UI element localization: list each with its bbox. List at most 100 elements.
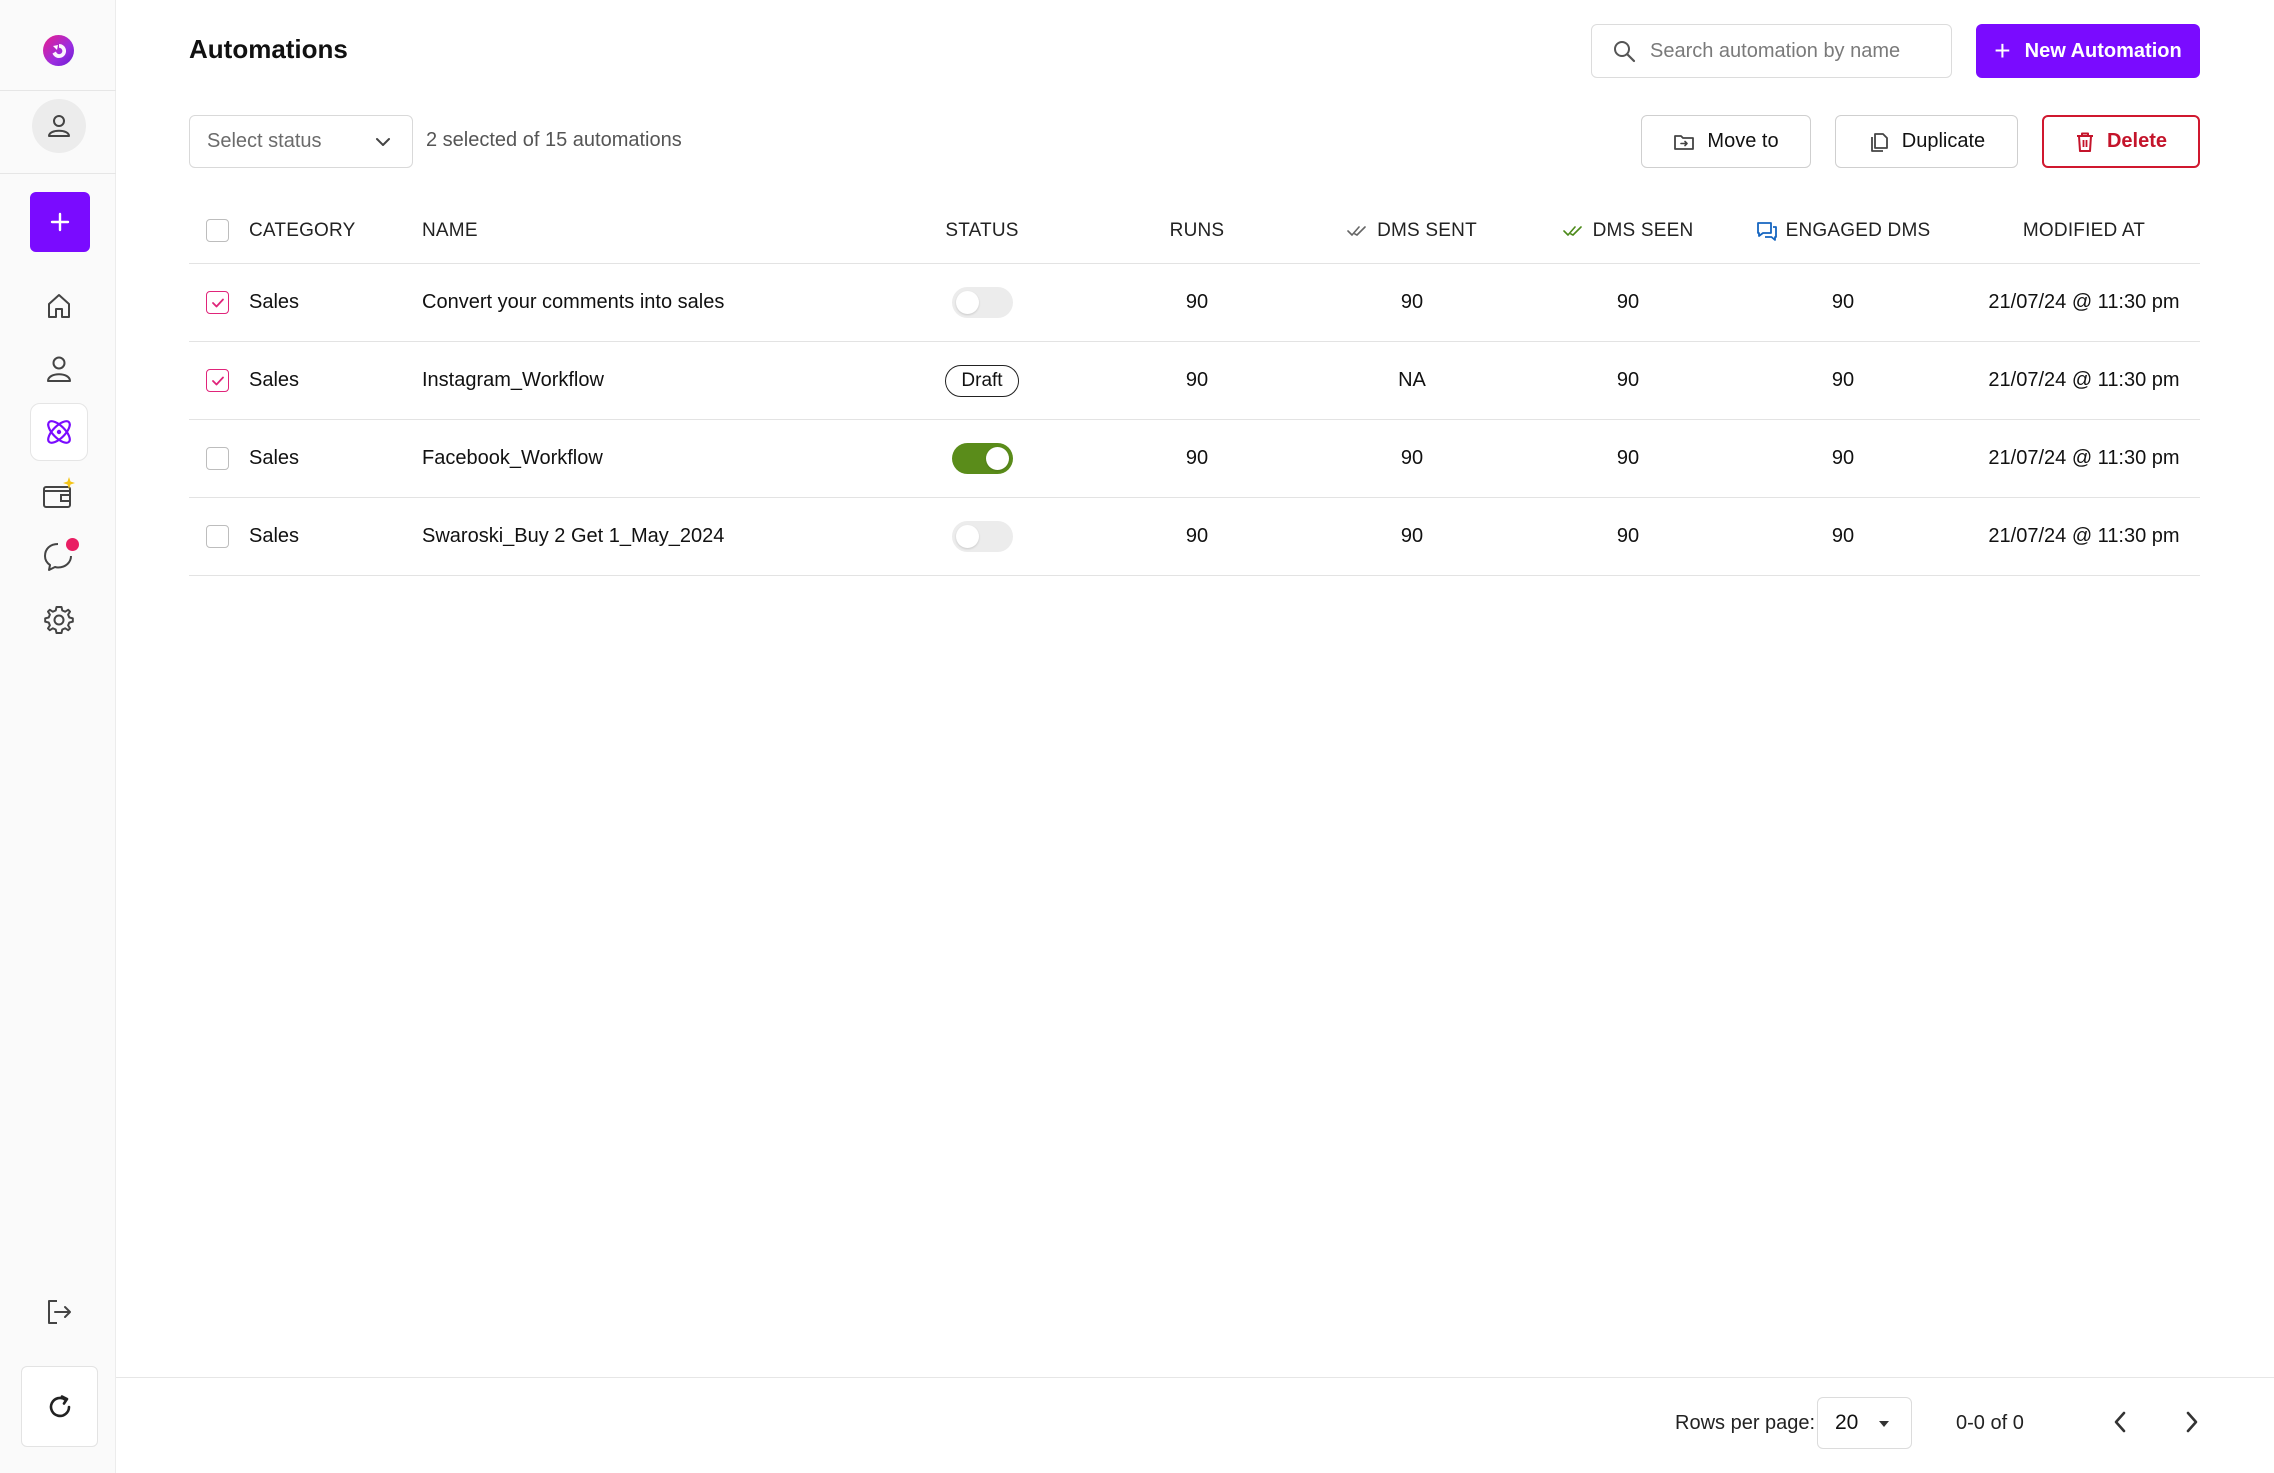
column-header-engaged-dms[interactable]: ENGAGED DMS [1753, 198, 1933, 263]
dms-seen-cell: 90 [1616, 291, 1640, 313]
contacts-icon [47, 356, 71, 382]
rows-per-page-value: 20 [1835, 1411, 1859, 1434]
runs-cell: 90 [1185, 447, 1209, 469]
sidebar-item-settings[interactable] [30, 591, 88, 649]
sidebar-item-contacts[interactable] [30, 340, 88, 398]
column-header-dms-seen[interactable]: DMS SEEN [1538, 198, 1718, 263]
home-icon [48, 294, 70, 318]
dms-seen-cell: 90 [1616, 447, 1640, 469]
sidebar-item-automations[interactable] [30, 403, 88, 461]
dms-seen-cell: 90 [1616, 525, 1640, 547]
column-header-runs[interactable]: RUNS [1107, 198, 1287, 263]
chat-notification-badge [66, 538, 79, 551]
duplicate-button[interactable]: Duplicate [1835, 115, 2018, 168]
name-cell[interactable]: Convert your comments into sales [422, 264, 902, 341]
row-checkbox[interactable] [206, 291, 229, 314]
refresh-button[interactable] [21, 1366, 98, 1447]
user-avatar[interactable] [32, 99, 86, 153]
wallet-sparkle-icon [43, 477, 75, 508]
status-toggle[interactable] [951, 521, 1013, 552]
duplicate-label: Duplicate [1901, 130, 1986, 152]
runs-cell: 90 [1185, 291, 1209, 313]
select-all-checkbox[interactable] [206, 219, 229, 242]
table-row[interactable]: Sales Instagram_Workflow Draft 90 NA 90 … [189, 342, 2200, 420]
chevron-right-icon [2186, 1411, 2198, 1433]
sidebar-add-button[interactable] [30, 192, 90, 252]
status-cell [892, 420, 1072, 497]
runs-cell: 90 [1185, 525, 1209, 547]
checkmark-icon [211, 376, 224, 385]
sidebar-item-chat[interactable] [30, 528, 88, 586]
sidebar [0, 0, 116, 1473]
user-icon [48, 115, 70, 137]
name-cell[interactable]: Instagram_Workflow [422, 342, 902, 419]
search-icon [1614, 41, 1636, 63]
next-page-button[interactable] [2172, 1402, 2212, 1442]
settings-gear-icon [44, 606, 74, 634]
status-filter-select[interactable]: Select status [189, 115, 413, 168]
toggle-knob [955, 525, 979, 548]
column-header-status[interactable]: STATUS [892, 198, 1072, 263]
name-cell[interactable]: Facebook_Workflow [422, 420, 902, 497]
name-cell[interactable]: Swaroski_Buy 2 Get 1_May_2024 [422, 498, 902, 575]
pagination-range: 0-0 of 0 [1956, 1412, 2024, 1434]
table-row[interactable]: Sales Convert your comments into sales 9… [189, 264, 2200, 342]
toggle-knob [955, 291, 979, 314]
status-cell: Draft [892, 342, 1072, 419]
column-header-modified-at[interactable]: MODIFIED AT [1968, 198, 2200, 263]
column-header-dms-seen-label: DMS SEEN [1592, 219, 1694, 241]
search-box[interactable] [1591, 24, 1952, 78]
column-header-dms-sent[interactable]: DMS SENT [1322, 198, 1502, 263]
logo-mark-icon [52, 43, 66, 58]
plus-icon [50, 212, 70, 232]
rows-per-page-select[interactable]: 20 [1817, 1397, 1912, 1449]
new-automation-label: New Automation [2024, 39, 2182, 62]
move-to-label: Move to [1707, 130, 1779, 152]
dms-seen-cell: 90 [1616, 369, 1640, 391]
modified-at-cell: 21/07/24 @ 11:30 pm [1988, 369, 2180, 391]
automations-table: CATEGORY NAME STATUS RUNS DMS SENT DMS S… [189, 198, 2200, 576]
dms-sent-cell: 90 [1400, 525, 1424, 547]
sidebar-divider [0, 173, 116, 174]
engaged-dms-cell: 90 [1831, 369, 1855, 391]
logout-icon [48, 1300, 71, 1324]
row-checkbox[interactable] [206, 447, 229, 470]
engaged-dms-cell: 90 [1831, 525, 1855, 547]
column-header-category[interactable]: CATEGORY [249, 198, 409, 263]
row-checkbox[interactable] [206, 525, 229, 548]
search-input[interactable] [1650, 39, 1930, 63]
row-checkbox[interactable] [206, 369, 229, 392]
checkmark-icon [211, 298, 224, 307]
move-to-button[interactable]: Move to [1641, 115, 1811, 168]
table-row[interactable]: Sales Facebook_Workflow 90 90 90 90 21/0… [189, 420, 2200, 498]
modified-at-cell: 21/07/24 @ 11:30 pm [1988, 525, 2180, 547]
table-row[interactable]: Sales Swaroski_Buy 2 Get 1_May_2024 90 9… [189, 498, 2200, 576]
status-toggle[interactable] [951, 287, 1013, 318]
column-header-dms-sent-label: DMS SENT [1377, 219, 1477, 241]
modified-at-cell: 21/07/24 @ 11:30 pm [1988, 447, 2180, 469]
sidebar-item-wallet[interactable] [30, 465, 88, 523]
engaged-dms-cell: 90 [1831, 291, 1855, 313]
new-automation-button[interactable]: + New Automation [1976, 24, 2200, 78]
pagination-bar: Rows per page: 20 0-0 of 0 [116, 1377, 2274, 1473]
refresh-icon [49, 1394, 70, 1417]
status-cell [892, 498, 1072, 575]
delete-label: Delete [2106, 130, 2168, 152]
column-header-engaged-dms-label: ENGAGED DMS [1785, 219, 1931, 241]
double-check-green-icon [1562, 224, 1585, 238]
previous-page-button[interactable] [2100, 1402, 2140, 1442]
logout-button[interactable] [30, 1283, 88, 1341]
row-checkbox-cell [206, 342, 230, 419]
column-header-name[interactable]: NAME [422, 198, 902, 263]
row-checkbox-cell [206, 420, 230, 497]
automation-atom-icon [47, 420, 71, 444]
status-toggle[interactable] [951, 443, 1013, 474]
rows-per-page-label: Rows per page: [1675, 1412, 1816, 1434]
trash-icon [2075, 131, 2095, 153]
category-cell: Sales [249, 369, 300, 391]
sidebar-item-home[interactable] [30, 277, 88, 335]
folder-move-icon [1673, 132, 1695, 152]
plus-icon: + [1994, 35, 2011, 66]
delete-button[interactable]: Delete [2042, 115, 2200, 168]
brand-logo[interactable] [43, 35, 74, 66]
